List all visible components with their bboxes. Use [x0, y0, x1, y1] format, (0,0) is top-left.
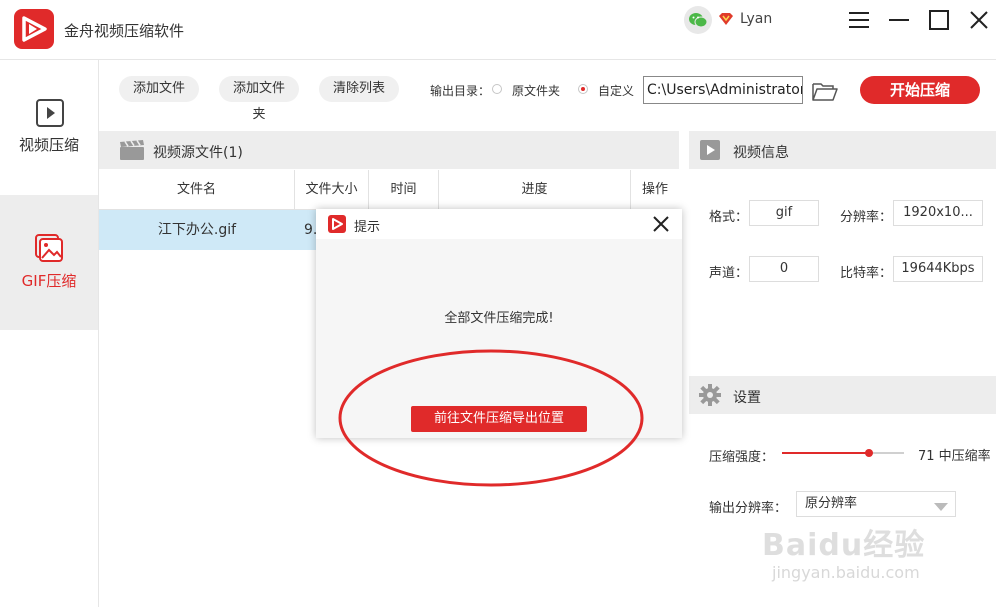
file-list-title: 视频源文件(1): [153, 145, 243, 161]
nav-item-video-compress[interactable]: 视频压缩: [0, 90, 98, 200]
strength-slider-thumb[interactable]: [864, 449, 873, 457]
radio-custom-folder[interactable]: [578, 84, 588, 94]
channel-value: 0: [749, 256, 819, 282]
add-file-button[interactable]: 添加文件: [119, 76, 199, 102]
gear-icon: [699, 384, 721, 410]
column-header-time: 时间: [369, 170, 439, 210]
channel-label: 声道：: [709, 266, 749, 281]
output-res-label: 输出分辨率：: [709, 501, 788, 516]
bitrate-label: 比特率：: [840, 266, 893, 281]
watermark-url: jingyan.baidu.com: [772, 563, 920, 582]
format-label: 格式：: [709, 210, 749, 225]
nav-label-video: 视频压缩: [18, 136, 79, 154]
bitrate-value: 19644Kbps: [893, 256, 983, 282]
dialog-message: 全部文件压缩完成!: [444, 311, 554, 326]
clear-list-button[interactable]: 清除列表: [319, 76, 399, 102]
video-info-title: 视频信息: [733, 145, 789, 161]
resolution-value: 1920x10...: [893, 200, 983, 226]
title-bar: 金舟视频压缩软件 Lyan: [0, 0, 996, 60]
add-folder-button[interactable]: 添加文件夹: [219, 76, 299, 122]
app-logo: [14, 9, 54, 49]
file-name-cell: 江下办公.gif: [157, 222, 237, 238]
watermark-logo: Baidu经验: [762, 528, 926, 563]
username[interactable]: Lyan: [740, 11, 772, 27]
image-icon: [34, 233, 64, 267]
start-compress-button[interactable]: 开始压缩: [860, 76, 980, 104]
play-icon: [35, 98, 65, 132]
column-header-name: 文件名: [99, 170, 295, 210]
output-path-input[interactable]: C:\Users\Administrator\: [643, 76, 803, 104]
resolution-label: 分辨率：: [840, 210, 893, 225]
column-header-size: 文件大小: [295, 170, 369, 210]
clapper-icon: [119, 139, 145, 165]
nav-label-gif: GIF压缩: [21, 272, 77, 290]
radio-original-folder[interactable]: [492, 84, 502, 94]
video-info-header: 视频信息: [689, 131, 996, 169]
app-logo-small: [328, 215, 346, 233]
strength-value: 71 中压缩率: [918, 449, 991, 464]
settings-header: 设置: [689, 376, 996, 414]
column-header-progress: 进度: [439, 170, 631, 210]
app-title: 金舟视频压缩软件: [64, 22, 185, 40]
nav-item-gif-compress[interactable]: GIF压缩: [0, 195, 98, 330]
output-res-select[interactable]: 原分辨率: [796, 491, 956, 517]
format-value: gif: [749, 200, 819, 226]
menu-icon[interactable]: [847, 8, 871, 32]
minimize-icon[interactable]: [887, 8, 911, 32]
wechat-icon[interactable]: [684, 6, 712, 34]
column-header-action: 操作: [641, 182, 668, 197]
strength-label: 压缩强度：: [709, 450, 775, 465]
file-list-header: 视频源文件(1): [99, 131, 679, 169]
settings-title: 设置: [733, 390, 761, 406]
radio-label-original[interactable]: 原文件夹: [512, 82, 560, 99]
folder-open-icon[interactable]: [811, 80, 839, 106]
chevron-down-icon[interactable]: [934, 500, 948, 515]
dialog-title: 提示: [354, 220, 381, 235]
left-nav: 视频压缩 GIF压缩: [0, 60, 99, 607]
radio-label-custom[interactable]: 自定义: [598, 82, 634, 99]
annotation-ellipse: [338, 348, 648, 492]
vip-diamond-icon: [718, 12, 734, 26]
output-dir-label: 输出目录：: [430, 84, 491, 98]
close-icon[interactable]: [652, 215, 670, 237]
dialog-title-bar: 提示: [316, 209, 682, 239]
maximize-icon[interactable]: [927, 8, 951, 32]
close-icon[interactable]: [967, 8, 991, 32]
strength-slider-fill: [782, 452, 869, 454]
play-icon: [699, 139, 721, 165]
